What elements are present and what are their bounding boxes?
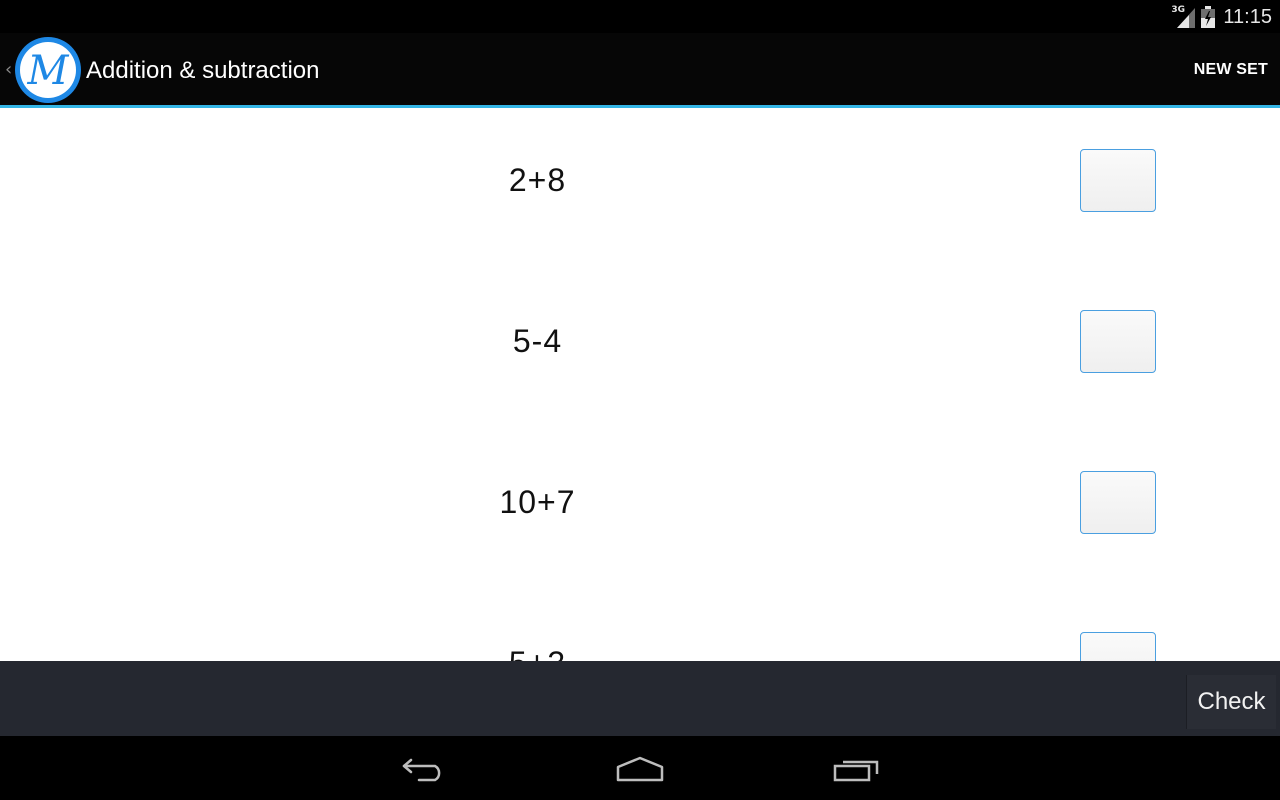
- problem-expression: 2+8: [508, 162, 567, 198]
- bottom-toolbar: Check: [0, 661, 1280, 736]
- problems-list[interactable]: 2+8 5-4 10+7 5+3: [0, 108, 1280, 661]
- recent-apps-icon[interactable]: [827, 752, 887, 786]
- network-type-label: 3G: [1171, 5, 1186, 15]
- problem-row: 2+8: [0, 108, 1280, 269]
- answer-input[interactable]: [1080, 149, 1156, 212]
- answer-input[interactable]: [1080, 471, 1156, 534]
- answer-input[interactable]: [1080, 632, 1156, 661]
- problem-row: 5-4: [0, 269, 1280, 430]
- signal-icon: 3G: [1171, 5, 1196, 28]
- app-logo[interactable]: M: [15, 37, 81, 103]
- problem-expression: 5+3: [0, 645, 1075, 661]
- problem-expression: 5-4: [512, 323, 563, 359]
- back-icon[interactable]: [394, 752, 454, 786]
- status-icons: 3G 11:15: [1171, 5, 1272, 29]
- status-bar: 3G 11:15: [0, 0, 1280, 33]
- check-button[interactable]: Check: [1186, 675, 1276, 729]
- app-logo-inner: M: [20, 42, 76, 98]
- problem-row: 10+7: [0, 430, 1280, 591]
- answer-input[interactable]: [1080, 310, 1156, 373]
- page-title: Addition & subtraction: [86, 57, 320, 84]
- home-icon[interactable]: [610, 752, 670, 786]
- battery-icon: [1201, 6, 1216, 28]
- clock: 11:15: [1223, 5, 1272, 28]
- problem-row: 5+3: [0, 591, 1280, 661]
- app-logo-letter: M: [27, 48, 69, 94]
- up-caret-icon[interactable]: ‹: [5, 59, 12, 80]
- problem-expression: 10+7: [499, 484, 576, 520]
- action-bar: ‹ M Addition & subtraction NEW SET: [0, 33, 1280, 105]
- navigation-bar: [0, 736, 1280, 800]
- new-set-button[interactable]: NEW SET: [1194, 61, 1268, 79]
